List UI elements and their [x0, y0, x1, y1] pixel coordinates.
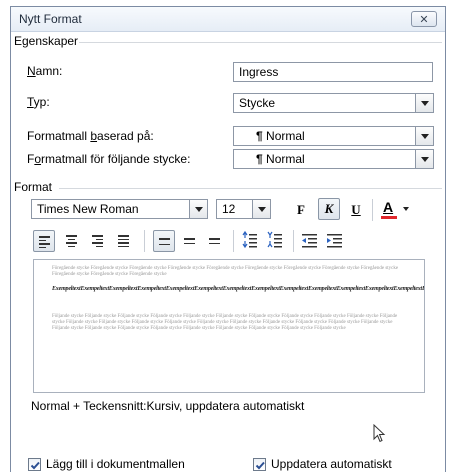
following-label: Formatmall för följande stycke:	[27, 152, 191, 166]
checkmark-icon	[255, 461, 265, 470]
add-to-template-checkbox[interactable]	[28, 458, 41, 471]
font-name-select[interactable]: Times New Roman	[31, 199, 208, 219]
align-left-button[interactable]	[33, 230, 55, 252]
following-select[interactable]: ¶ Normal	[233, 149, 434, 169]
properties-divider	[79, 42, 442, 43]
space-before-icon	[242, 230, 257, 249]
checkmark-icon	[30, 461, 40, 470]
underline-button[interactable]: U	[345, 199, 367, 221]
name-label-text: amn:	[35, 64, 63, 78]
toolbar-divider	[293, 230, 294, 252]
mouse-pointer-icon	[373, 424, 386, 443]
italic-button[interactable]: K	[318, 198, 340, 220]
font-color-swatch	[381, 216, 397, 219]
font-size-select[interactable]: 12	[216, 199, 271, 219]
font-color-dropdown-icon[interactable]	[403, 207, 409, 211]
based-on-label: Formatmall baserad på:	[27, 129, 154, 143]
double-spacing-icon	[209, 238, 220, 246]
align-center-button[interactable]	[61, 230, 83, 252]
font-color-icon: A	[383, 199, 394, 215]
based-on-value: Normal	[266, 129, 305, 143]
space-after-icon	[267, 231, 282, 248]
preview-sample-paragraph: ExempeltextExempeltextExempeltextExempel…	[52, 286, 425, 292]
name-field[interactable]: Ingress	[233, 62, 433, 82]
align-right-button[interactable]	[87, 230, 109, 252]
add-to-template-label[interactable]: Lägg till i dokumentmallen	[46, 457, 185, 471]
type-label: Typ:	[27, 95, 50, 109]
toolbar-divider	[233, 230, 234, 252]
based-on-select[interactable]: ¶ Normal	[233, 126, 434, 146]
auto-update-checkbox[interactable]	[253, 458, 266, 471]
preview-following-paragraph: Följande stycke Följande stycke Följande…	[52, 314, 398, 331]
paragraph-mark-icon: ¶	[256, 129, 263, 143]
format-divider	[59, 188, 442, 189]
chevron-down-icon[interactable]	[415, 127, 433, 145]
style-description: Normal + Teckensnitt:Kursiv, uppdatera a…	[31, 399, 305, 413]
type-select[interactable]: Stycke	[233, 93, 434, 113]
font-size-value: 12	[222, 202, 236, 216]
chevron-down-icon[interactable]	[252, 200, 270, 218]
increase-indent-icon	[327, 234, 342, 248]
decrease-indent-button[interactable]	[299, 230, 321, 252]
chevron-down-icon[interactable]	[189, 200, 207, 218]
following-value: Normal	[266, 152, 305, 166]
justify-button[interactable]	[113, 230, 135, 252]
space-before-button[interactable]	[239, 230, 261, 252]
font-name-value: Times New Roman	[37, 202, 139, 216]
title-bar: Nytt Format ✕	[11, 7, 445, 32]
style-preview: Föregående stycke Föregående stycke Före…	[33, 259, 425, 393]
auto-update-label[interactable]: Uppdatera automatiskt	[271, 457, 392, 471]
format-group-label: Format	[14, 180, 53, 194]
bold-button[interactable]: F	[290, 199, 312, 221]
space-after-button[interactable]	[264, 230, 286, 252]
toolbar-divider	[372, 199, 373, 221]
toolbar-divider	[144, 230, 145, 252]
single-spacing-icon	[159, 238, 170, 247]
type-value: Stycke	[239, 96, 276, 110]
align-center-icon	[66, 235, 77, 249]
single-spacing-button[interactable]	[153, 230, 175, 252]
decrease-indent-icon	[302, 234, 317, 248]
close-button[interactable]: ✕	[411, 11, 437, 27]
align-left-icon	[39, 236, 50, 250]
chevron-down-icon[interactable]	[415, 94, 433, 112]
name-label: Namn:	[27, 64, 63, 78]
paragraph-mark-icon: ¶	[256, 152, 263, 166]
font-color-button[interactable]: A	[378, 198, 400, 220]
new-style-dialog: Nytt Format ✕ Egenskaper Namn: Ingress T…	[10, 6, 446, 472]
dialog-title: Nytt Format	[19, 12, 82, 26]
preview-previous-paragraph: Föregående stycke Föregående stycke Före…	[52, 266, 399, 277]
justify-icon	[118, 235, 129, 249]
close-icon: ✕	[419, 13, 429, 26]
properties-group-label: Egenskaper	[14, 34, 79, 48]
increase-indent-button[interactable]	[324, 230, 346, 252]
chevron-down-icon[interactable]	[415, 150, 433, 168]
one-half-spacing-button[interactable]	[179, 230, 201, 252]
double-spacing-button[interactable]	[204, 230, 226, 252]
align-right-icon	[92, 235, 103, 249]
one-half-spacing-icon	[184, 238, 195, 246]
